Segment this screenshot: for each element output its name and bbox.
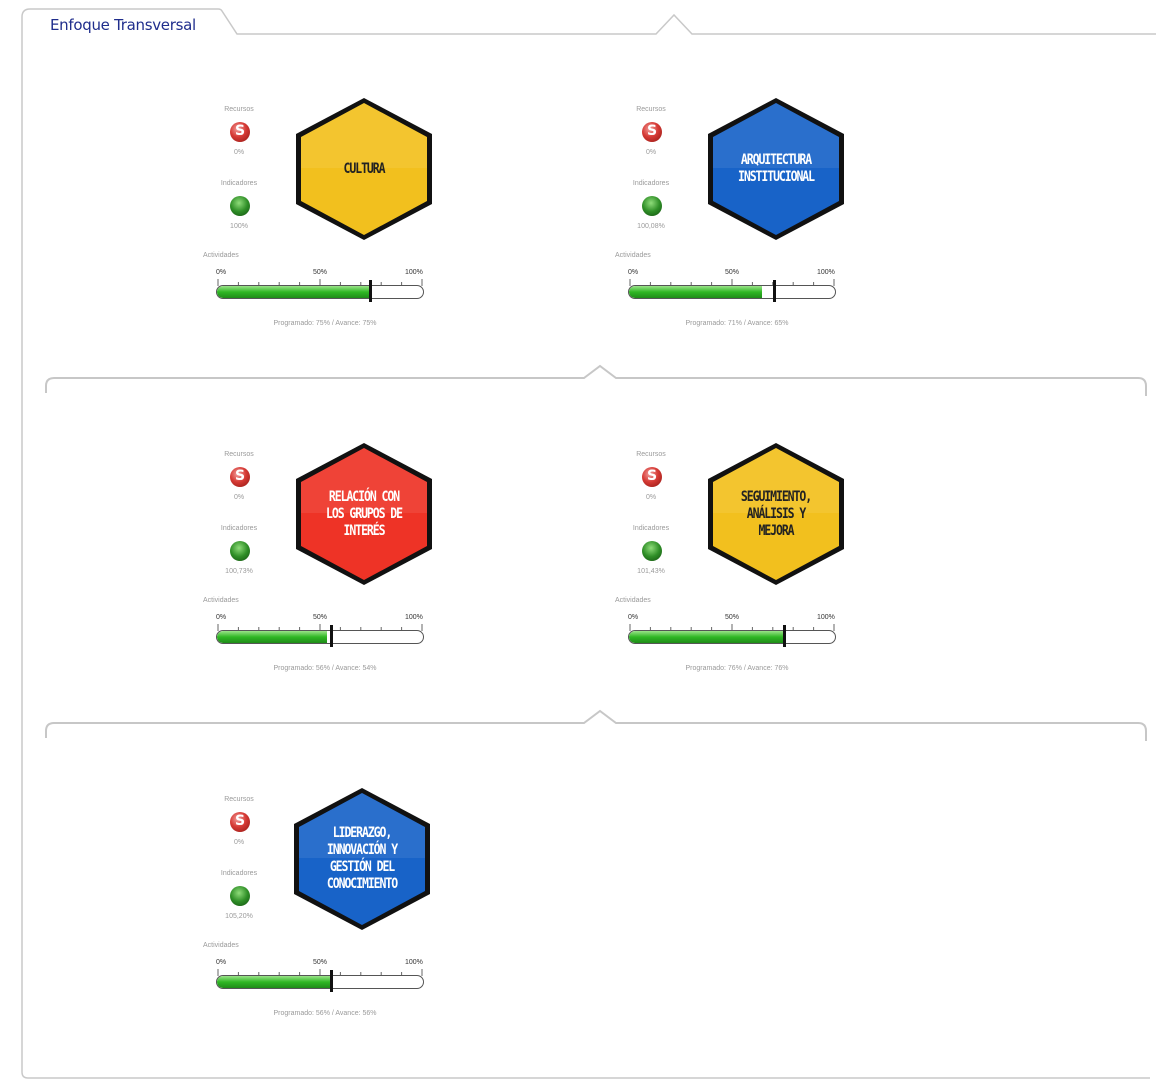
programado-marker [330,625,333,647]
axis-title: ARQUITECTURA INSTITUCIONAL [737,152,815,185]
scale-50: 50% [313,269,328,276]
scale-100: 100% [405,269,423,276]
indicadores-value: 101,43% [637,568,665,575]
recursos-label: Recursos [224,451,254,458]
recursos-value: 0% [233,149,245,156]
actividades-label: Actividades [203,597,239,604]
indicadores-icon[interactable] [230,541,250,561]
indicadores-label: Indicadores [220,180,258,187]
scale-0: 0% [628,269,639,276]
programado-marker [773,280,776,302]
progress-bar[interactable] [628,630,836,644]
card-seguimiento-analisis-mejora[interactable]: Recursos 0% Indicadores 101,43% SEGUIMIENTO,… [615,441,857,683]
axis-hexagon[interactable]: SEGUIMIENTO, ANÁLISIS Y MEJORA [705,441,847,587]
recursos-label: Recursos [224,796,254,803]
progress-fill [217,976,331,988]
axis-title: SEGUIMIENTO, ANÁLISIS Y MEJORA [740,488,812,539]
progress-bar[interactable] [216,975,424,989]
indicadores-icon[interactable] [642,541,662,561]
progress-bar[interactable] [216,285,424,299]
scale-0: 0% [216,269,227,276]
scale-100: 100% [817,614,835,621]
progress-footer: Programado: 56% / Avance: 54% [273,665,377,672]
actividades-label: Actividades [615,597,651,604]
scale-50: 50% [313,614,328,621]
axis-title: CULTURA [343,160,386,177]
progress-bar[interactable] [216,630,424,644]
progress-footer: Programado: 76% / Avance: 76% [685,665,789,672]
scale-50: 50% [725,269,740,276]
recursos-value: 0% [645,149,657,156]
recursos-icon[interactable] [230,122,250,142]
progress-fill [217,286,370,298]
recursos-label: Recursos [636,451,666,458]
progress-footer: Programado: 71% / Avance: 65% [685,320,789,327]
recursos-icon[interactable] [230,812,250,832]
axis-hexagon[interactable]: LIDERAZGO, INNOVACIÓN Y GESTIÓN DEL CONO… [291,786,433,932]
scale-50: 50% [725,614,740,621]
axis-hexagon[interactable]: RELACIÓN CON LOS GRUPOS DE INTERÉS [293,441,435,587]
axis-title: RELACIÓN CON LOS GRUPOS DE INTERÉS [325,488,403,539]
tab-enfoque-transversal[interactable]: Enfoque Transversal [50,16,196,34]
progress-fill [629,631,784,643]
progress-fill [217,631,327,643]
indicadores-value: 100,08% [637,223,665,230]
progress-footer: Programado: 75% / Avance: 75% [273,320,377,327]
indicadores-icon[interactable] [230,196,250,216]
actividades-label: Actividades [615,252,651,259]
indicadores-value: 100% [230,223,248,230]
programado-marker [369,280,372,302]
indicadores-label: Indicadores [220,525,258,532]
panel-frame [21,8,1156,1079]
recursos-label: Recursos [636,106,666,113]
scale-100: 100% [405,614,423,621]
recursos-label: Recursos [224,106,254,113]
actividades-label: Actividades [203,252,239,259]
scale-0: 0% [628,614,639,621]
programado-marker [330,970,333,992]
recursos-value: 0% [233,839,245,846]
actividades-label: Actividades [203,942,239,949]
axis-title: LIDERAZGO, INNOVACIÓN Y GESTIÓN DEL CONO… [326,825,398,892]
scale-0: 0% [216,614,227,621]
indicadores-icon[interactable] [230,886,250,906]
indicadores-value: 100,73% [225,568,253,575]
card-cultura[interactable]: Recursos 0% Indicadores 100% CULTURA Activida… [203,96,445,338]
progress-fill [629,286,762,298]
indicadores-label: Indicadores [632,180,670,187]
card-liderazgo-innovacion[interactable]: Recursos 0% Indicadores 105,20% LIDERAZGO, I… [203,786,445,1028]
programado-marker [783,625,786,647]
recursos-icon[interactable] [230,467,250,487]
card-arquitectura-institucional[interactable]: Recursos 0% Indicadores 100,08% ARQUITECTURA… [615,96,857,338]
indicadores-icon[interactable] [642,196,662,216]
card-relacion-grupos-interes[interactable]: Recursos 0% Indicadores 100,73% RELACIÓN CON… [203,441,445,683]
progress-bar[interactable] [628,285,836,299]
scale-100: 100% [405,959,423,966]
indicadores-label: Indicadores [632,525,670,532]
axis-hexagon[interactable]: ARQUITECTURA INSTITUCIONAL [705,96,847,242]
recursos-icon[interactable] [642,122,662,142]
recursos-icon[interactable] [642,467,662,487]
scale-50: 50% [313,959,328,966]
recursos-value: 0% [645,494,657,501]
indicadores-value: 105,20% [225,913,253,920]
recursos-value: 0% [233,494,245,501]
scale-100: 100% [817,269,835,276]
indicadores-label: Indicadores [220,870,258,877]
axis-hexagon[interactable]: CULTURA [293,96,435,242]
progress-footer: Programado: 56% / Avance: 56% [273,1010,377,1017]
scale-0: 0% [216,959,227,966]
